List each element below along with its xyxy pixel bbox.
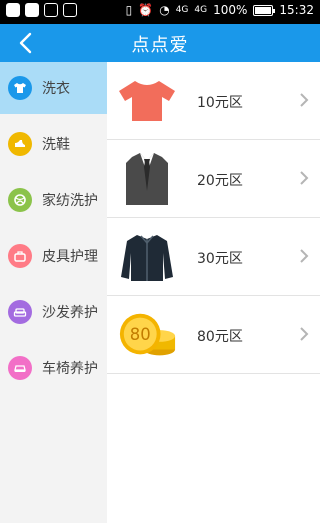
wifi-icon: ◔ bbox=[159, 3, 170, 17]
alarm-icon: ⏰ bbox=[138, 3, 154, 17]
network-type: 4G bbox=[175, 4, 189, 15]
clock: 15:32 bbox=[279, 3, 314, 17]
status-bar: ▯ ⏰ ◔ 4G 4G 100% 15:32 bbox=[0, 0, 320, 24]
suit-vest-icon bbox=[117, 150, 177, 208]
sidebar-item-label: 洗鞋 bbox=[42, 137, 70, 153]
jacket-icon bbox=[117, 228, 177, 286]
zone-label: 10元区 bbox=[197, 95, 243, 111]
notification-icon bbox=[6, 3, 20, 17]
sidebar-item-laundry[interactable]: 洗衣 bbox=[0, 62, 107, 114]
chevron-right-icon bbox=[300, 93, 309, 107]
notification-icon bbox=[25, 3, 39, 17]
vibrate-icon: ▯ bbox=[125, 3, 133, 17]
car-icon bbox=[8, 356, 32, 380]
notification-icon bbox=[63, 3, 77, 17]
chevron-right-icon bbox=[300, 249, 309, 263]
sidebar-item-sofa-care[interactable]: 沙发养护 bbox=[0, 286, 107, 338]
network-type-small: 4G bbox=[194, 4, 208, 15]
shoe-icon bbox=[8, 132, 32, 156]
sidebar-item-label: 家纺洗护 bbox=[42, 193, 98, 209]
chevron-right-icon bbox=[300, 171, 309, 185]
status-right-icons: ▯ ⏰ ◔ 4G 4G 100% 15:32 bbox=[126, 3, 314, 17]
notification-icon bbox=[44, 3, 58, 17]
zone-label: 80元区 bbox=[197, 329, 243, 345]
list-item[interactable]: 20元区 bbox=[107, 140, 320, 218]
battery-icon bbox=[253, 4, 276, 16]
sidebar-item-home-textiles[interactable]: 家纺洗护 bbox=[0, 174, 107, 226]
page-title: 点点爱 bbox=[131, 35, 189, 56]
ball-icon bbox=[8, 188, 32, 212]
tshirt-icon bbox=[117, 72, 177, 130]
sofa-icon bbox=[8, 300, 32, 324]
app-header: 点点爱 bbox=[0, 24, 320, 62]
sidebar-item-label: 皮具护理 bbox=[42, 249, 98, 265]
battery-percent: 100% bbox=[213, 3, 248, 17]
zone-label: 20元区 bbox=[197, 173, 243, 189]
category-sidebar: 洗衣 洗鞋 家纺洗护 皮具护理 沙发养护 车椅养护 bbox=[0, 62, 107, 523]
shirt-icon bbox=[8, 76, 32, 100]
sidebar-item-shoes[interactable]: 洗鞋 bbox=[0, 118, 107, 170]
chevron-right-icon bbox=[300, 327, 309, 341]
sidebar-item-label: 车椅养护 bbox=[42, 361, 98, 377]
coin-value: 80 bbox=[130, 325, 151, 344]
sidebar-item-label: 沙发养护 bbox=[42, 305, 98, 321]
price-zone-list: 10元区 20元区 30元区 80 80元区 bbox=[107, 62, 320, 523]
sidebar-item-car-seat-care[interactable]: 车椅养护 bbox=[0, 342, 107, 394]
sidebar-item-leather-care[interactable]: 皮具护理 bbox=[0, 230, 107, 282]
list-item[interactable]: 80 80元区 bbox=[107, 296, 320, 374]
status-left-icons bbox=[6, 3, 77, 17]
list-item[interactable]: 30元区 bbox=[107, 218, 320, 296]
bag-icon bbox=[8, 244, 32, 268]
list-item[interactable]: 10元区 bbox=[107, 62, 320, 140]
zone-label: 30元区 bbox=[197, 251, 243, 267]
coin-icon: 80 bbox=[117, 306, 177, 364]
sidebar-item-label: 洗衣 bbox=[42, 81, 70, 97]
